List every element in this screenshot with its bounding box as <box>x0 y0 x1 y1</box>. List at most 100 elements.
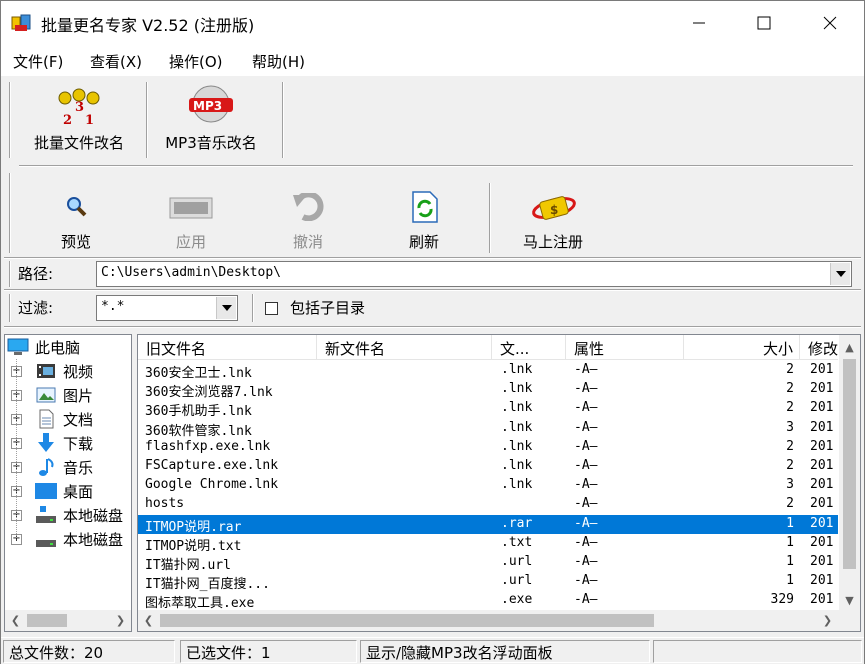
column-old-name[interactable]: 旧文件名 <box>138 335 317 360</box>
cell-old: 图标萃取工具.exe <box>145 596 255 612</box>
register-button[interactable]: $ 马上注册 <box>505 179 601 255</box>
list-vertical-scrollbar[interactable]: ▲ ▼ <box>839 335 860 611</box>
scroll-thumb[interactable] <box>160 614 654 627</box>
table-row[interactable]: IT猫扑网.url .url -A— 1 201 <box>138 553 838 573</box>
toolbar-separator <box>489 183 491 253</box>
cell-ext: .txt <box>501 534 533 550</box>
cell-ext: .lnk <box>501 438 533 454</box>
table-row[interactable]: ITMOP说明.rar .rar -A— 1 201 <box>138 514 838 535</box>
cell-mod: 201 <box>810 419 834 435</box>
magnifier-icon <box>67 197 87 217</box>
maximize-button[interactable] <box>741 1 787 45</box>
table-row[interactable]: IT猫扑网_百度搜... .url -A— 1 201 <box>138 572 838 592</box>
chevron-down-icon[interactable] <box>216 297 236 319</box>
close-button[interactable] <box>807 1 853 45</box>
path-combo[interactable]: C:\Users\admin\Desktop\ <box>96 261 852 287</box>
column-size[interactable]: 大小 <box>684 335 800 360</box>
close-icon <box>823 16 837 30</box>
table-row[interactable]: 360安全卫士.lnk .lnk -A— 2 201 <box>138 361 838 381</box>
undo-label: 撤消 <box>292 233 323 251</box>
cell-attr: -A— <box>574 400 598 416</box>
cell-old: 360软件管家.lnk <box>145 423 252 439</box>
table-row[interactable]: 360软件管家.lnk .lnk -A— 3 201 <box>138 419 838 439</box>
cell-mod: 201 <box>810 477 834 493</box>
scroll-right-icon[interactable]: ❯ <box>817 610 838 631</box>
batch-rename-button[interactable]: 3 2 1 批量文件改名 <box>15 80 143 160</box>
cell-ext: .lnk <box>501 381 533 397</box>
cell-ext: .lnk <box>501 458 533 473</box>
menu-operation[interactable]: 操作(O) <box>169 51 223 72</box>
scroll-left-icon[interactable]: ❮ <box>5 610 26 631</box>
title-bar[interactable]: 批量更名专家 V2.52 (注册版) <box>1 1 864 45</box>
include-subdirs-label: 包括子目录 <box>290 299 366 317</box>
scroll-right-icon[interactable]: ❯ <box>110 610 131 631</box>
column-attributes[interactable]: 属性 <box>566 335 684 360</box>
table-row[interactable]: 360安全浏览器7.lnk .lnk -A— 2 201 <box>138 380 838 400</box>
cell-attr: -A— <box>574 496 598 512</box>
preview-button[interactable]: 预览 <box>31 179 121 255</box>
cell-attr: -A— <box>574 477 598 493</box>
cell-ext: .lnk <box>501 477 533 493</box>
include-subdirs-checkbox[interactable] <box>265 302 278 315</box>
status-hint: 显示/隐藏MP3改名浮动面板 <box>360 640 650 663</box>
table-row[interactable]: hosts -A— 2 201 <box>138 495 838 514</box>
cell-attr: -A— <box>574 419 598 435</box>
scroll-thumb[interactable] <box>27 614 67 627</box>
table-row[interactable]: ITMOP说明.txt .txt -A— 1 201 <box>138 534 838 554</box>
table-row[interactable]: Google Chrome.lnk .lnk -A— 3 201 <box>138 476 838 495</box>
cell-old: 360手机助手.lnk <box>145 404 252 420</box>
undo-button[interactable]: 撤消 <box>263 179 353 255</box>
cell-old: FSCapture.exe.lnk <box>145 458 279 473</box>
scroll-up-icon[interactable]: ▲ <box>839 337 860 358</box>
table-row[interactable]: 图标萃取工具.exe .exe -A— 329 201 <box>138 591 838 612</box>
documents-folder-icon <box>39 409 54 429</box>
cell-size: 2 <box>786 362 794 377</box>
content-divider <box>4 326 861 328</box>
cell-size: 329 <box>770 592 794 608</box>
mp3-rename-button[interactable]: MP3 MP3音乐改名 <box>151 80 271 160</box>
chevron-down-icon[interactable] <box>830 263 850 285</box>
menu-help[interactable]: 帮助(H) <box>252 51 305 72</box>
tree-connector-lines <box>16 359 17 539</box>
list-horizontal-scrollbar[interactable]: ❮ ❯ <box>138 610 860 631</box>
svg-text:3: 3 <box>75 100 84 115</box>
cell-old: ITMOP说明.rar <box>145 519 242 535</box>
cell-attr: -A— <box>574 573 598 589</box>
undo-icon <box>293 193 324 221</box>
tree-horizontal-scrollbar[interactable]: ❮ ❯ <box>5 610 131 631</box>
column-modified[interactable]: 修改 <box>800 335 840 360</box>
refresh-button[interactable]: 刷新 <box>379 179 469 255</box>
cell-mod: 201 <box>810 458 834 473</box>
filter-combo[interactable]: *.* <box>96 295 238 321</box>
folder-tree[interactable]: 此电脑 + 视频 + 图片 + 文档 + 下载 + 音乐 + 桌面 + 本地磁盘… <box>4 334 132 632</box>
apply-button[interactable]: 应用 <box>146 179 236 255</box>
tree-item-computer[interactable]: 此电脑 <box>5 335 131 359</box>
scroll-left-icon[interactable]: ❮ <box>138 610 159 631</box>
file-list[interactable]: 旧文件名 新文件名 文... 属性 大小 修改 360安全卫士.lnk .lnk -… <box>137 334 861 632</box>
cell-attr: -A— <box>574 381 598 397</box>
column-extension[interactable]: 文... <box>492 335 566 360</box>
menu-view[interactable]: 查看(X) <box>90 51 142 72</box>
mode-toolbar: 3 2 1 批量文件改名 MP3 MP3音乐改名 <box>1 75 864 163</box>
filterbar-grip <box>9 294 11 322</box>
cell-mod: 201 <box>810 496 834 512</box>
table-row[interactable]: flashfxp.exe.lnk .lnk -A— 2 201 <box>138 438 838 457</box>
column-new-name[interactable]: 新文件名 <box>317 335 492 360</box>
cell-ext: .url <box>501 573 533 589</box>
downloads-folder-icon <box>38 433 54 452</box>
table-row[interactable]: FSCapture.exe.lnk .lnk -A— 2 201 <box>138 457 838 476</box>
cell-mod: 201 <box>810 534 834 550</box>
scroll-down-icon[interactable]: ▼ <box>839 590 860 611</box>
minimize-button[interactable] <box>676 1 722 45</box>
toolbar-grip <box>9 173 11 253</box>
scroll-thumb[interactable] <box>843 359 856 569</box>
menu-file[interactable]: 文件(F) <box>13 51 63 72</box>
path-value: C:\Users\admin\Desktop\ <box>101 265 282 280</box>
apply-icon <box>169 197 213 219</box>
batch-rename-label: 批量文件改名 <box>33 134 124 152</box>
cell-size: 2 <box>786 458 794 473</box>
register-icon: $ <box>532 196 576 220</box>
table-row[interactable]: 360手机助手.lnk .lnk -A— 2 201 <box>138 399 838 420</box>
cell-ext: .rar <box>501 515 533 531</box>
toolbar-separator <box>282 82 284 158</box>
